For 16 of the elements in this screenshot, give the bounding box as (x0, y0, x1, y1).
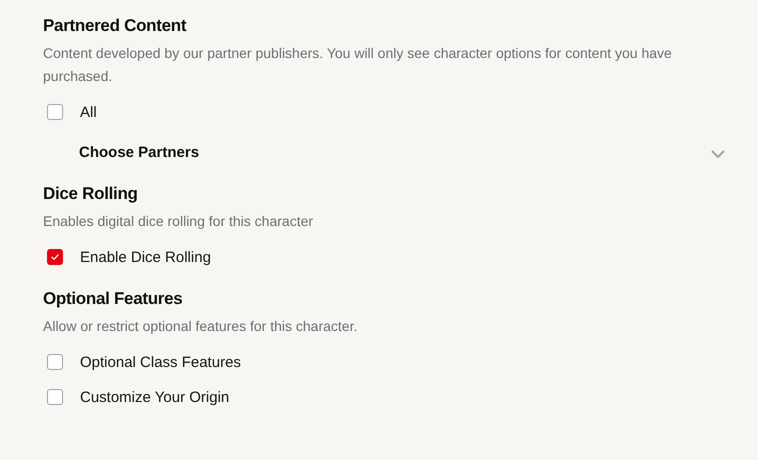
dropdown-label[interactable]: Choose Partners (79, 144, 200, 160)
checkbox-label[interactable]: All (80, 104, 97, 120)
chevron-icon[interactable] (710, 149, 726, 159)
section-description: Allow or restrict optional features for this character. (43, 317, 358, 336)
section-title: Partnered Content (43, 15, 188, 37)
section-description: Enables digital dice rolling for this character (43, 212, 314, 231)
checkbox[interactable] (47, 249, 63, 265)
checkbox-label[interactable]: Enable Dice Rolling (80, 248, 211, 266)
checkbox[interactable] (47, 389, 63, 405)
checkbox[interactable] (47, 354, 63, 370)
section-title: Optional Features (43, 288, 184, 310)
section-title: Dice Rolling (43, 183, 139, 205)
checkbox-label[interactable]: Optional Class Features (80, 354, 241, 370)
checkbox[interactable] (47, 104, 63, 120)
checkbox-label[interactable]: Customize Your Origin (80, 388, 230, 406)
section-description: Content developed by our partner publishers. You will only see character options for content you have purchased. (43, 44, 673, 86)
